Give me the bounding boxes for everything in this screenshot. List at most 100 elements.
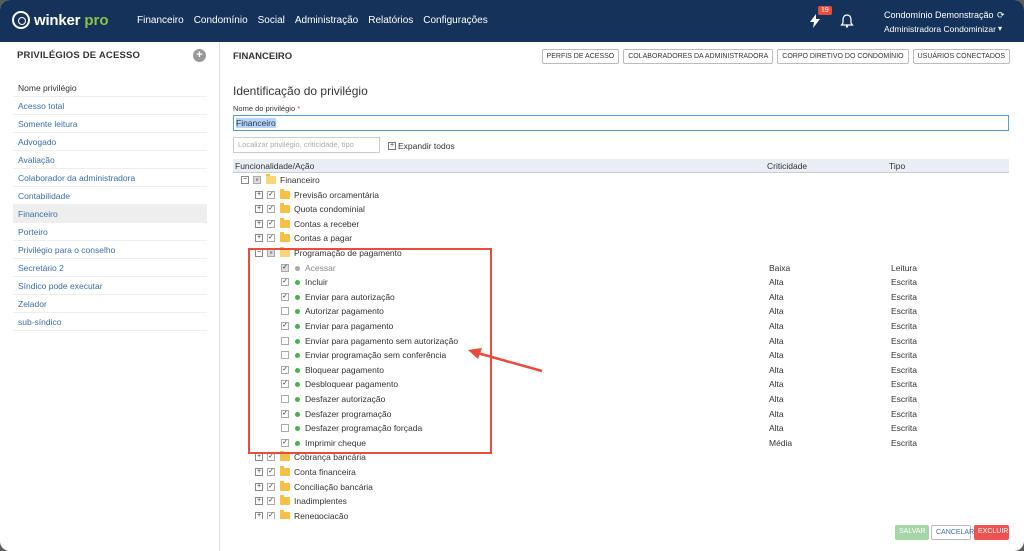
nav-item-condominio[interactable]: Condomínio: [194, 15, 248, 26]
type-cell: Escrita: [891, 277, 917, 288]
folder-icon: [280, 203, 290, 214]
nav-item-administracao[interactable]: Administração: [295, 15, 358, 26]
name-label: Nome do privilégio *: [233, 104, 300, 113]
tree-folder-row[interactable]: + ✓ Previsão orcamentária: [233, 188, 1009, 203]
expand-all-label: Expandir todos: [398, 141, 455, 151]
delete-button[interactable]: EXCLUIR: [974, 525, 1009, 540]
expand-icon[interactable]: +: [255, 468, 263, 476]
notification-badge: 19: [818, 6, 832, 15]
tree-checkbox[interactable]: ✓: [267, 453, 275, 462]
criticality-cell: Média: [769, 437, 793, 448]
user-name[interactable]: Condomínio Demonstração: [884, 10, 994, 20]
tree-checkbox[interactable]: ✓: [267, 205, 275, 214]
expand-all-button[interactable]: + Expandir todos: [388, 141, 455, 151]
expand-icon[interactable]: +: [255, 497, 263, 506]
privilege-list-item[interactable]: Somente leitura: [13, 115, 207, 133]
criticality-cell: Alta: [769, 394, 784, 404]
tree-search-input[interactable]: Localizar privilégio, criticidade, tipo: [233, 137, 380, 153]
privilege-list-item[interactable]: Secretário 2: [13, 259, 207, 277]
tree-folder-row[interactable]: + ✓ Conta financeira: [233, 465, 1009, 480]
criticality-cell: Alta: [769, 423, 784, 434]
expand-icon[interactable]: +: [255, 453, 263, 462]
privilege-name-input[interactable]: Financeiro: [233, 115, 1009, 131]
privilege-list-item[interactable]: Advogado: [13, 133, 207, 151]
nav-item-financeiro[interactable]: Financeiro: [137, 15, 184, 26]
lightning-icon[interactable]: [809, 14, 821, 28]
privilege-name-value: Financeiro: [236, 118, 276, 128]
perfis-de-acesso-button[interactable]: PERFIS DE ACESSO: [541, 49, 620, 64]
tree-checkbox[interactable]: ✓: [267, 497, 275, 506]
colaboradores-button[interactable]: COLABORADORES DA ADMINISTRADORA: [623, 49, 774, 64]
expand-icon[interactable]: +: [255, 482, 263, 491]
usuarios-conectados-button[interactable]: USUÁRIOS CONECTADOS: [912, 49, 1010, 64]
page-title: FINANCEIRO: [233, 51, 293, 62]
privilege-list-item[interactable]: Avaliação: [13, 151, 207, 169]
collapse-icon[interactable]: −: [241, 176, 249, 184]
folder-icon: [280, 495, 290, 506]
privilege-list: Nome privilégio Acesso total Somente leitu…: [13, 79, 207, 331]
tree-item-label[interactable]: Financeiro: [280, 175, 320, 185]
tree-checkbox[interactable]: ✓: [267, 190, 275, 199]
privilege-list-item[interactable]: sub-síndico: [13, 313, 207, 331]
type-cell: Leitura: [891, 262, 917, 273]
cancel-button[interactable]: CANCELAR: [931, 525, 974, 540]
tree-folder-row[interactable]: + ✓ Inadimplentes: [233, 494, 1009, 509]
expand-icon[interactable]: +: [255, 205, 263, 214]
privilege-list-item[interactable]: Zelador: [13, 295, 207, 313]
tree-item-label[interactable]: Renegociação: [294, 511, 348, 519]
top-navbar: winker pro Financeiro Condomínio Social …: [0, 0, 1024, 42]
col-tipo[interactable]: Tipo: [889, 161, 905, 171]
user-org[interactable]: Administradora Condominizar: [884, 24, 996, 34]
tree-item-label[interactable]: Contas a pagar: [294, 233, 352, 243]
tree-checkbox[interactable]: ■: [253, 176, 261, 184]
expand-icon[interactable]: +: [255, 234, 263, 243]
privilege-list-item[interactable]: Contabilidade: [13, 187, 207, 205]
tree-item-label[interactable]: Previsão orcamentária: [294, 190, 379, 200]
folder-icon: [280, 232, 290, 243]
type-cell: Escrita: [891, 394, 917, 404]
add-privilege-icon[interactable]: +: [193, 49, 206, 62]
tree-folder-row[interactable]: + ✓ Quota condominial: [233, 202, 1009, 217]
privilege-list-item[interactable]: Síndico pode executar: [13, 277, 207, 295]
privilege-list-item[interactable]: Privilégio para o conselho: [13, 241, 207, 259]
tree-folder-row[interactable]: + ✓ Renegociação: [233, 509, 1009, 519]
corpo-diretivo-button[interactable]: CORPO DIRETIVO DO CONDOMÍNIO: [777, 49, 909, 64]
tree-item-label[interactable]: Inadimplentes: [294, 496, 347, 506]
tree-checkbox[interactable]: ✓: [267, 511, 275, 519]
save-button[interactable]: SALVAR: [895, 525, 929, 540]
col-func[interactable]: Funcionalidade/Ação: [235, 161, 314, 171]
tree-item-label[interactable]: Conciliação bancária: [294, 482, 373, 492]
criticality-cell: Alta: [769, 350, 784, 361]
bell-icon[interactable]: [840, 14, 854, 28]
tree-checkbox[interactable]: ✓: [267, 482, 275, 491]
tree-item-label[interactable]: Conta financeira: [294, 467, 356, 477]
logo-icon: [12, 11, 30, 29]
tree-item-label[interactable]: Contas a receber: [294, 219, 359, 229]
tree-item-label[interactable]: Quota condominial: [294, 204, 365, 214]
privilege-list-item[interactable]: Colaborador da administradora: [13, 169, 207, 187]
chevron-down-icon[interactable]: ▾: [998, 24, 1002, 33]
privilege-list-item[interactable]: Porteiro: [13, 223, 207, 241]
criticality-cell: Alta: [769, 408, 784, 419]
nav-item-relatorios[interactable]: Relatórios: [368, 15, 413, 26]
expand-icon[interactable]: +: [255, 190, 263, 199]
nav-item-configuracoes[interactable]: Configurações: [423, 15, 487, 26]
expand-icon[interactable]: +: [255, 219, 263, 228]
nav-item-social[interactable]: Social: [258, 15, 285, 26]
tree-checkbox[interactable]: ✓: [267, 219, 275, 228]
criticality-cell: Alta: [769, 335, 784, 346]
tree-folder-row[interactable]: + ✓ Contas a pagar: [233, 231, 1009, 246]
privilege-list-item[interactable]: Financeiro: [13, 205, 207, 223]
logo[interactable]: winker pro: [12, 11, 109, 29]
privilege-list-item[interactable]: Acesso total: [13, 97, 207, 115]
tree-folder-row[interactable]: + ✓ Contas a receber: [233, 217, 1009, 232]
tree-checkbox[interactable]: ✓: [267, 234, 275, 243]
type-cell: Escrita: [891, 364, 917, 375]
tree-checkbox[interactable]: ✓: [267, 468, 275, 476]
expand-icon[interactable]: +: [255, 511, 263, 519]
tree-folder-row[interactable]: − ■ Financeiro: [233, 173, 1009, 188]
tree-folder-row[interactable]: + ✓ Conciliação bancária: [233, 480, 1009, 495]
logo-text: winker: [34, 11, 81, 29]
col-crit[interactable]: Criticidade: [767, 161, 807, 171]
refresh-icon[interactable]: ⟳: [997, 10, 1005, 21]
